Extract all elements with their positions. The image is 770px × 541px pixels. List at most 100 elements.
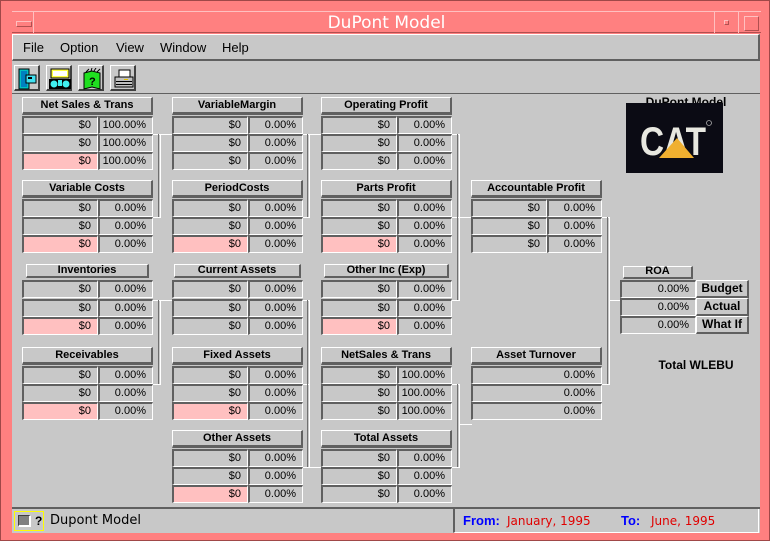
- actual-percent: 0.00%: [248, 299, 303, 317]
- whatif-amount-input[interactable]: $0: [321, 235, 397, 253]
- roa-whatif-label: What If: [696, 316, 749, 334]
- whatif-amount-input[interactable]: $0: [22, 152, 98, 170]
- actual-percent: 0.00%: [98, 217, 153, 235]
- budget-percent: 0.00%: [98, 199, 153, 217]
- actual-turnover: 0.00%: [471, 384, 602, 402]
- budget-percent: 0.00%: [98, 366, 153, 384]
- budget-amount: $0: [172, 116, 248, 134]
- title-bar[interactable]: DuPont Model: [12, 11, 761, 33]
- to-date[interactable]: June, 1995: [651, 514, 715, 528]
- whatif-percent: 0.00%: [98, 317, 153, 335]
- whatif-percent: 100.00%: [98, 152, 153, 170]
- box-title: Other Inc (Exp): [324, 264, 449, 278]
- box-title: Parts Profit: [321, 180, 452, 198]
- budget-amount[interactable]: $0: [321, 280, 397, 298]
- budget-amount[interactable]: $0: [172, 366, 248, 384]
- box-title: Total Assets: [321, 430, 452, 448]
- whatif-amount-input[interactable]: $0: [172, 235, 248, 253]
- registered-mark-icon: [706, 120, 712, 126]
- whatif-amount-input[interactable]: $0: [22, 235, 98, 253]
- whatif-amount: $0: [321, 485, 397, 503]
- whatif-amount-input[interactable]: $0: [321, 317, 397, 335]
- calculate-button[interactable]: [46, 65, 72, 91]
- total-wlebu-label: Total WLEBU: [658, 358, 734, 372]
- whatif-percent: 0.00%: [547, 235, 602, 253]
- actual-percent: 0.00%: [248, 467, 303, 485]
- menu-help[interactable]: Help: [222, 40, 249, 55]
- budget-percent: 100.00%: [397, 366, 452, 384]
- roa-title: ROA: [623, 266, 693, 279]
- from-date[interactable]: January, 1995: [507, 514, 591, 528]
- budget-amount[interactable]: $0: [22, 366, 98, 384]
- actual-percent: 0.00%: [98, 299, 153, 317]
- print-button[interactable]: [110, 65, 136, 91]
- actual-percent: 0.00%: [248, 134, 303, 152]
- actual-amount: $0: [471, 217, 547, 235]
- actual-amount: $0: [321, 134, 397, 152]
- actual-amount[interactable]: $0: [321, 299, 397, 317]
- window-title: DuPont Model: [327, 13, 446, 33]
- status-bar: ? Dupont Model From: January, 1995 To: J…: [12, 507, 760, 533]
- box-title: Fixed Assets: [172, 347, 303, 365]
- menu-view[interactable]: View: [116, 40, 144, 55]
- budget-amount: $0: [471, 199, 547, 217]
- whatif-amount-input[interactable]: $0: [172, 402, 248, 420]
- whatif-percent: 0.00%: [248, 485, 303, 503]
- actual-amount[interactable]: $0: [172, 217, 248, 235]
- actual-amount[interactable]: $0: [172, 467, 248, 485]
- actual-percent: 0.00%: [248, 217, 303, 235]
- whatif-amount: $0: [321, 402, 397, 420]
- box-title: Other Assets: [172, 430, 303, 448]
- actual-amount[interactable]: $0: [321, 217, 397, 235]
- menu-window[interactable]: Window: [160, 40, 206, 55]
- whatif-percent: 0.00%: [98, 235, 153, 253]
- budget-amount: $0: [321, 449, 397, 467]
- budget-percent: 0.00%: [248, 199, 303, 217]
- date-range-panel: From: January, 1995 To: June, 1995: [453, 509, 759, 533]
- budget-amount[interactable]: $0: [22, 199, 98, 217]
- box-title: Accountable Profit: [471, 180, 602, 198]
- open-file-icon: [18, 68, 37, 90]
- budget-amount[interactable]: $0: [321, 199, 397, 217]
- client-area: File Option View Window Help ? Net Sales…: [12, 34, 760, 533]
- menu-file[interactable]: File: [23, 40, 44, 55]
- whatif-amount: $0: [471, 235, 547, 253]
- minimize-button[interactable]: [714, 12, 737, 33]
- actual-amount[interactable]: $0: [22, 217, 98, 235]
- toolbar: ?: [12, 62, 760, 94]
- help-button[interactable]: ?: [78, 65, 104, 91]
- actual-amount[interactable]: $0: [172, 384, 248, 402]
- from-label: From:: [463, 513, 500, 528]
- actual-percent: 100.00%: [397, 384, 452, 402]
- context-help-button[interactable]: ?: [14, 511, 44, 531]
- status-left-panel: ? Dupont Model: [12, 509, 452, 533]
- actual-amount: $0: [321, 384, 397, 402]
- actual-amount[interactable]: $0: [22, 299, 98, 317]
- whatif-percent: 0.00%: [397, 152, 452, 170]
- box-title: Receivables: [22, 347, 153, 365]
- budget-percent: 0.00%: [397, 449, 452, 467]
- actual-amount[interactable]: $0: [22, 384, 98, 402]
- whatif-amount-input[interactable]: $0: [22, 402, 98, 420]
- budget-amount[interactable]: $0: [172, 199, 248, 217]
- budget-amount[interactable]: $0: [172, 449, 248, 467]
- help-book-icon: ?: [83, 68, 101, 90]
- budget-percent: 0.00%: [547, 199, 602, 217]
- whatif-percent: 0.00%: [397, 235, 452, 253]
- roa-whatif-value: 0.00%: [620, 316, 696, 334]
- box-title: VariableMargin: [172, 97, 303, 115]
- whatif-amount-input[interactable]: $0: [22, 317, 98, 335]
- whatif-percent: 0.00%: [248, 317, 303, 335]
- actual-amount[interactable]: $0: [22, 134, 98, 152]
- budget-amount[interactable]: $0: [22, 116, 98, 134]
- budget-percent: 100.00%: [98, 116, 153, 134]
- whatif-amount: $0: [172, 152, 248, 170]
- maximize-button[interactable]: [738, 12, 761, 33]
- whatif-amount-input[interactable]: $0: [172, 485, 248, 503]
- to-label: To:: [621, 513, 641, 528]
- budget-amount[interactable]: $0: [22, 280, 98, 298]
- actual-amount: $0: [172, 299, 248, 317]
- menu-option[interactable]: Option: [60, 40, 98, 55]
- open-file-button[interactable]: [14, 65, 40, 91]
- actual-amount: $0: [172, 134, 248, 152]
